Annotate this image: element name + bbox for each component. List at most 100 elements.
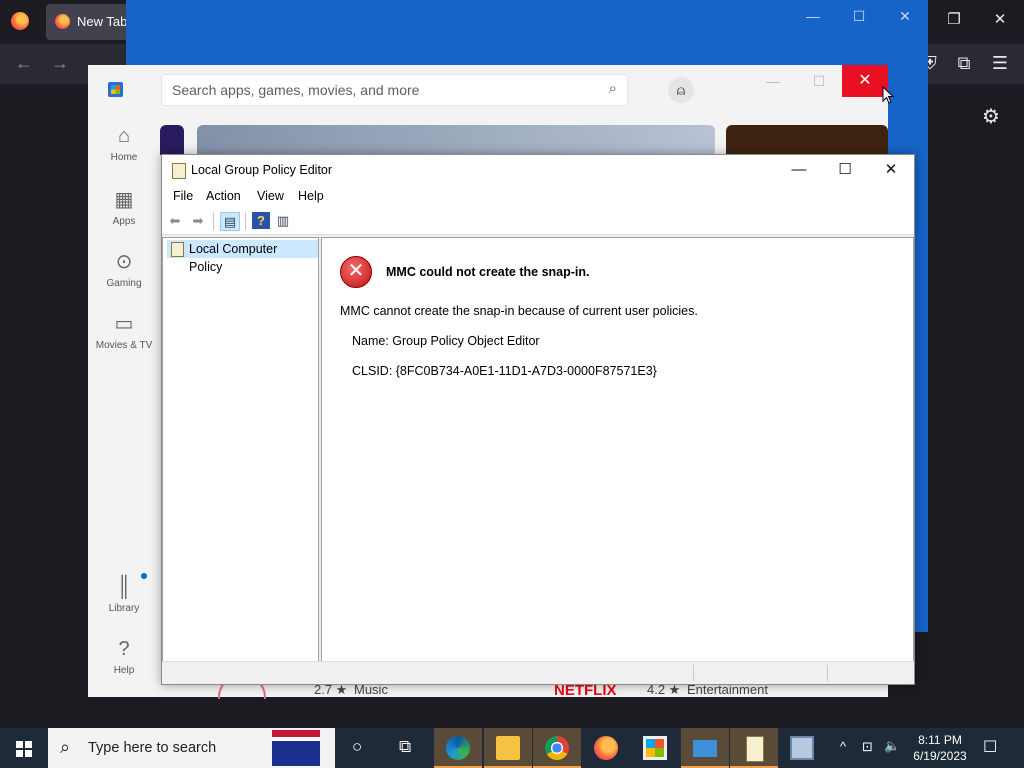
sidebar-item-gaming[interactable]: ⊙ Gaming (88, 249, 160, 289)
gpe-menu-bar: File Action View Help (162, 186, 914, 208)
network-icon[interactable]: ⊡ (862, 739, 873, 755)
apps-icon: ▦ (114, 189, 134, 211)
store-minimize-button[interactable]: — (750, 65, 796, 97)
firefox-logo-icon[interactable] (11, 12, 29, 30)
taskbar-app-store[interactable] (631, 728, 679, 768)
toolbar-separator (245, 212, 246, 230)
firefox-forward-button[interactable]: → (48, 53, 72, 74)
tree-item-label: Local Computer Policy (189, 242, 278, 274)
error-snapin-name: Name: Group Policy Object Editor (352, 334, 540, 348)
chevron-up-icon[interactable]: ^ (840, 739, 846, 754)
sidebar-item-label: Movies & TV (95, 340, 153, 351)
mail-icon (693, 740, 717, 757)
movies-icon: ▭ (114, 313, 134, 335)
taskbar-search-placeholder: Type here to search (88, 740, 217, 756)
status-divider (827, 665, 828, 681)
result-pane: ✕ MMC could not create the snap-in. MMC … (321, 237, 914, 662)
search-icon: ⌕ (60, 737, 71, 757)
cortana-icon[interactable]: ○ (352, 737, 362, 757)
help-topic-icon[interactable]: ? (252, 212, 270, 229)
policy-app-icon (746, 736, 764, 762)
sidebar-item-label: Library (108, 603, 140, 614)
notifications-icon[interactable]: ☐ (983, 737, 997, 757)
gear-icon[interactable]: ⚙ (982, 104, 1000, 129)
gpe-title-bar[interactable]: Local Group Policy Editor — ☐ ✕ (162, 155, 914, 186)
menu-file[interactable]: File (173, 189, 193, 203)
forward-arrow-icon[interactable]: ➡ (189, 212, 207, 229)
search-highlight-image[interactable] (272, 730, 320, 766)
help-icon: ? (118, 638, 130, 660)
error-icon: ✕ (340, 256, 372, 288)
gaming-icon: ⊙ (115, 251, 133, 273)
computer-icon (790, 736, 814, 760)
status-divider (693, 665, 694, 681)
gpe-close-button[interactable]: ✕ (868, 155, 914, 186)
sidebar-item-library[interactable]: ║ Library (88, 576, 160, 614)
firefox-back-button[interactable]: ← (12, 53, 36, 74)
hero-card-left[interactable] (160, 125, 184, 155)
taskbar-app-mail[interactable] (681, 728, 729, 768)
store-search-input[interactable]: Search apps, games, movies, and more ⌕ (161, 74, 628, 106)
firefox-restore-button[interactable]: ❐ (940, 10, 968, 28)
windows-logo-icon (25, 750, 32, 757)
taskbar-app-chrome[interactable] (533, 728, 581, 768)
menu-view[interactable]: View (257, 189, 284, 203)
error-title: MMC could not create the snap-in. (386, 265, 590, 279)
menu-help[interactable]: Help (298, 189, 324, 203)
gpe-minimize-button[interactable]: — (776, 155, 822, 186)
search-icon[interactable]: ⌕ (609, 80, 617, 97)
taskbar: ⌕ Type here to search ○ ⧉ ^ ⊡ 🔈 8:11 PM … (0, 728, 1024, 768)
edge-icon (446, 736, 470, 760)
error-clsid: CLSID: {8FC0B734-A0E1-11D1-A7D3-0000F875… (352, 364, 657, 378)
menu-action[interactable]: Action (206, 189, 241, 203)
clock-date: 6/19/2023 (913, 749, 967, 763)
background-close-button[interactable]: ✕ (890, 8, 920, 25)
store-icon (643, 736, 667, 760)
taskbar-app-firefox[interactable] (582, 728, 630, 768)
clock-time: 8:11 PM (918, 733, 962, 747)
sidebar-item-apps[interactable]: ▦ Apps (88, 187, 160, 227)
firefox-menu-icon[interactable]: ☰ (988, 53, 1012, 74)
task-view-icon[interactable]: ⧉ (399, 737, 411, 757)
back-arrow-icon[interactable]: ⬅ (166, 212, 184, 229)
firefox-close-button[interactable]: ✕ (986, 10, 1014, 28)
hero-card-right[interactable] (726, 125, 888, 155)
error-message: MMC cannot create the snap-in because of… (340, 304, 698, 318)
background-minimize-button[interactable]: — (798, 8, 828, 24)
avatar[interactable]: ⍝ (668, 77, 694, 103)
sidebar-item-label: Home (110, 152, 138, 163)
taskbar-search-box[interactable]: ⌕ Type here to search (48, 728, 335, 768)
gpe-toolbar: ⬅ ➡ ▤ ? ▥ (162, 208, 914, 235)
library-update-dot (141, 573, 147, 579)
home-icon: ⌂ (117, 125, 131, 147)
gpe-maximize-button[interactable]: ☐ (822, 155, 868, 186)
hero-card-main[interactable] (197, 125, 715, 155)
sidebar-item-label: Apps (112, 216, 136, 227)
console-tree-pane: Local Computer Policy (162, 237, 319, 662)
chrome-icon (545, 736, 569, 760)
taskbar-app-edge[interactable] (434, 728, 482, 768)
firefox-icon (594, 736, 618, 760)
windows-logo-icon (25, 741, 32, 748)
view-pane-icon[interactable]: ▥ (274, 212, 292, 229)
library-icon: ║ (116, 576, 132, 598)
sidebar-item-help[interactable]: ? Help (88, 638, 160, 676)
sidebar-item-home[interactable]: ⌂ Home (88, 125, 160, 163)
tree-item-local-computer-policy[interactable]: Local Computer Policy (167, 240, 318, 274)
sidebar-item-movies-tv[interactable]: ▭ Movies & TV (88, 311, 160, 351)
volume-icon[interactable]: 🔈 (884, 738, 900, 754)
store-maximize-button[interactable]: ☐ (796, 65, 842, 97)
show-hide-tree-icon[interactable]: ▤ (220, 212, 240, 231)
taskbar-app-remote[interactable] (778, 728, 826, 768)
background-maximize-button[interactable]: ☐ (844, 8, 874, 25)
mouse-cursor-icon (882, 86, 894, 104)
firefox-tab-new-tab[interactable]: New Tab (46, 4, 128, 40)
window-title: Local Group Policy Editor (191, 163, 333, 177)
taskbar-app-group-policy[interactable] (730, 728, 778, 768)
sidebar-item-label: Gaming (106, 278, 142, 289)
firefox-tab-label: New Tab (77, 14, 128, 29)
taskbar-app-file-explorer[interactable] (484, 728, 532, 768)
extensions-icon[interactable]: ⧉ (952, 53, 976, 74)
start-button[interactable] (0, 728, 48, 768)
clock[interactable]: 8:11 PM 6/19/2023 (905, 732, 975, 764)
